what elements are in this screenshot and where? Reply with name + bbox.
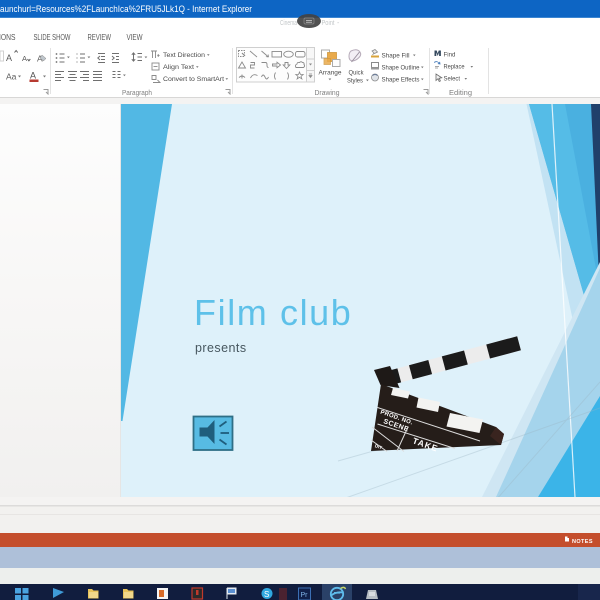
svg-text:Convert to SmartArt: Convert to SmartArt <box>163 76 224 83</box>
svg-text:Film club: Film club <box>194 292 352 333</box>
svg-text:Select: Select <box>444 76 461 83</box>
svg-text:Paragraph: Paragraph <box>122 90 152 97</box>
svg-text:Aa: Aa <box>6 72 17 82</box>
svg-text:A: A <box>30 71 36 81</box>
svg-text:Text Direction: Text Direction <box>163 52 205 59</box>
svg-text:Arrange: Arrange <box>319 70 342 77</box>
svg-text:Editing: Editing <box>449 90 472 97</box>
svg-text:Shape Outline: Shape Outline <box>382 65 420 72</box>
svg-text:Drawing: Drawing <box>315 90 340 97</box>
svg-text:Find: Find <box>444 52 456 59</box>
svg-text:Quick: Quick <box>349 70 365 77</box>
svg-text:Shape Fill: Shape Fill <box>382 53 410 60</box>
svg-text:Point: Point <box>322 20 335 27</box>
svg-text:REVIEW: REVIEW <box>88 33 112 42</box>
svg-text:Cinema: Cinema <box>280 20 297 27</box>
svg-text:Align Text: Align Text <box>163 64 194 71</box>
svg-text:presents: presents <box>195 341 247 355</box>
svg-text:aunchurl=Resources%2FLaunchIca: aunchurl=Resources%2FLaunchIca%2FRU5JLk1… <box>0 4 252 14</box>
svg-text:A: A <box>22 54 27 63</box>
svg-text:S: S <box>264 590 269 599</box>
svg-text:Replace: Replace <box>444 64 465 71</box>
svg-text:A: A <box>6 53 12 63</box>
svg-text:Styles: Styles <box>347 78 364 85</box>
svg-text:Pr: Pr <box>301 592 309 599</box>
svg-text:SLIDE SHOW: SLIDE SHOW <box>34 33 71 42</box>
svg-text:Shape Effects: Shape Effects <box>382 77 421 84</box>
svg-text:VIEW: VIEW <box>127 33 143 42</box>
svg-text:NOTES: NOTES <box>572 539 593 545</box>
svg-text:IONS: IONS <box>0 33 16 42</box>
